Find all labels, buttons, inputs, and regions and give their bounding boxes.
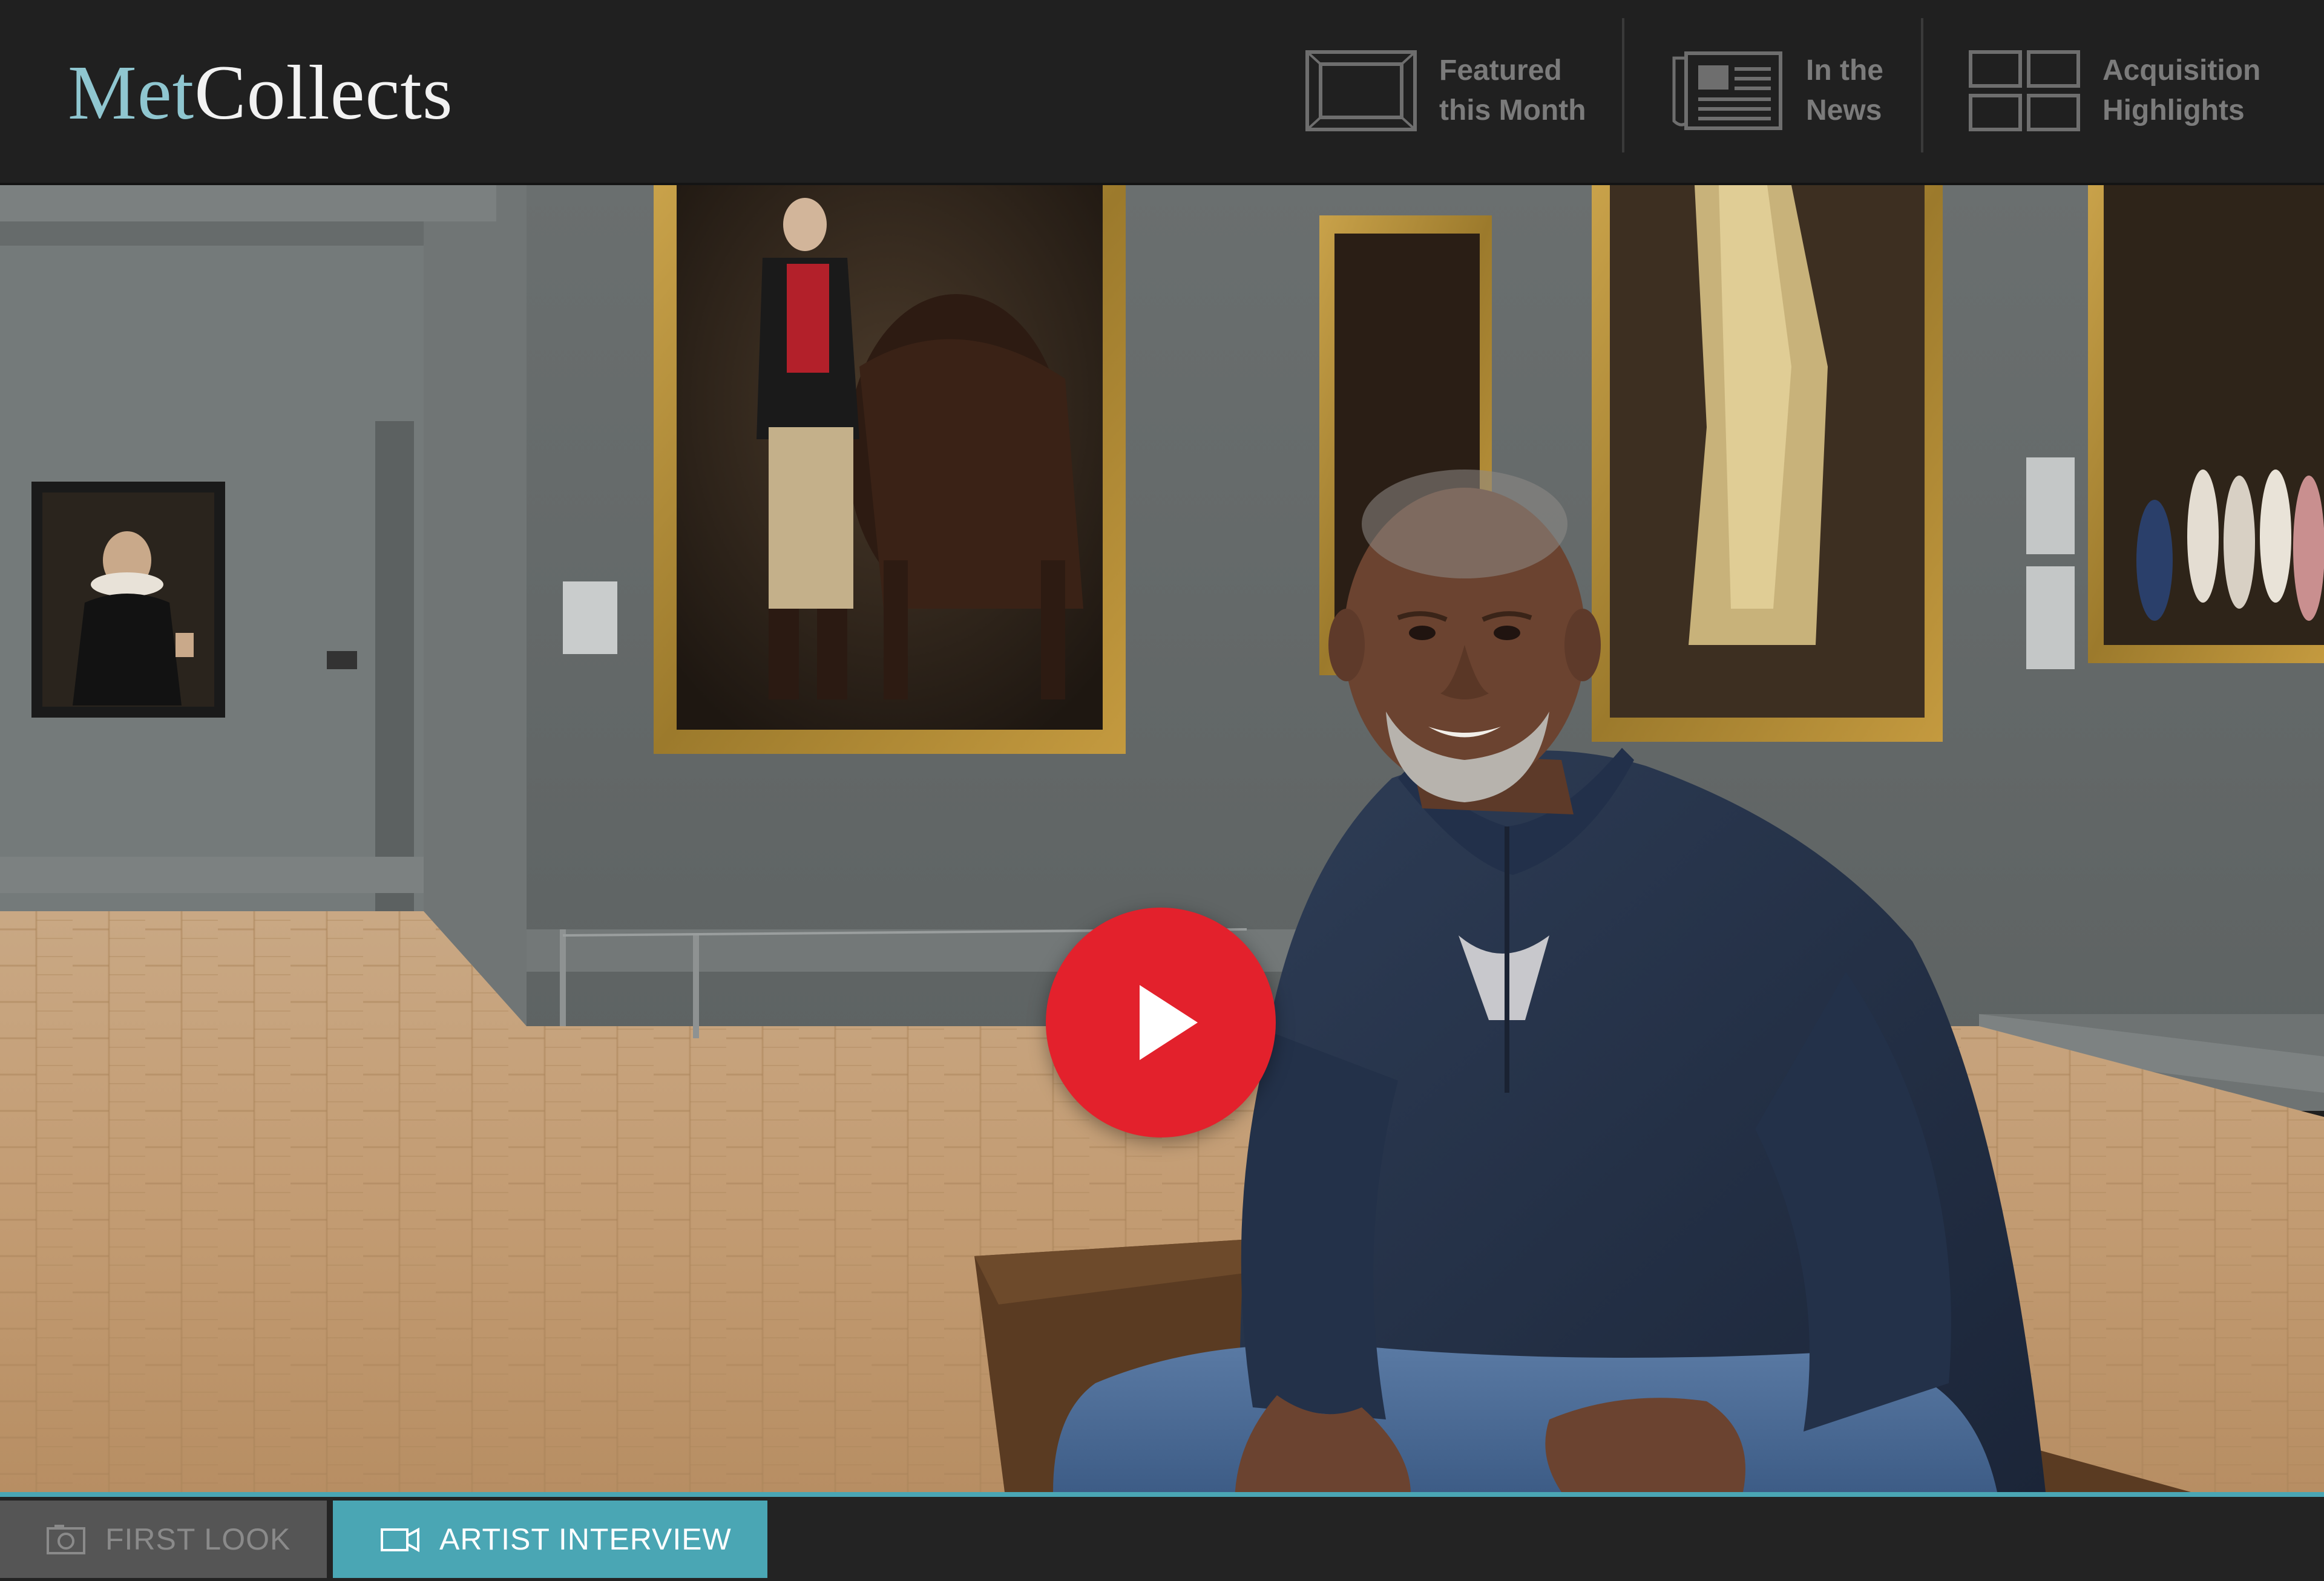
nav-in-the-news[interactable]: In the News: [1672, 36, 1988, 145]
camera-icon: [47, 1525, 85, 1554]
video-frame: [0, 185, 2324, 1492]
logo-met: Met: [68, 50, 195, 136]
nav-divider: [1921, 18, 1923, 152]
grid-icon: [1969, 50, 2080, 131]
met-collects-page: MetCollects Featured this Month In the N…: [0, 0, 2324, 1581]
tab-artist-interview-label: ARTIST INTERVIEW: [439, 1522, 732, 1556]
nav-featured-label: Featured this Month: [1439, 54, 1586, 126]
nav-divider: [1622, 18, 1624, 152]
video-player[interactable]: [0, 185, 2324, 1492]
site-header: MetCollects Featured this Month In the N…: [0, 0, 2324, 185]
frame-icon: [1305, 50, 1417, 131]
nav-acquisition-highlights[interactable]: Acquisition Highlights: [1968, 36, 2284, 145]
tab-first-look-label: FIRST LOOK: [105, 1522, 291, 1556]
tab-first-look[interactable]: FIRST LOOK: [0, 1501, 327, 1578]
nav-featured-this-month[interactable]: Featured this Month: [1305, 36, 1621, 145]
nav-acquisition-label: Acquisition Highlights: [2102, 54, 2261, 126]
newspaper-icon: [1672, 51, 1782, 130]
logo-collects: Collects: [194, 50, 453, 136]
video-camera-icon: [381, 1527, 419, 1553]
nav-news-label: In the News: [1806, 54, 1883, 126]
play-button[interactable]: [1046, 908, 1276, 1137]
tab-artist-interview[interactable]: ARTIST INTERVIEW: [333, 1501, 767, 1578]
play-icon: [1140, 985, 1198, 1060]
site-logo[interactable]: MetCollects: [68, 47, 453, 138]
video-tab-bar: FIRST LOOK ARTIST INTERVIEW: [0, 1492, 2324, 1581]
